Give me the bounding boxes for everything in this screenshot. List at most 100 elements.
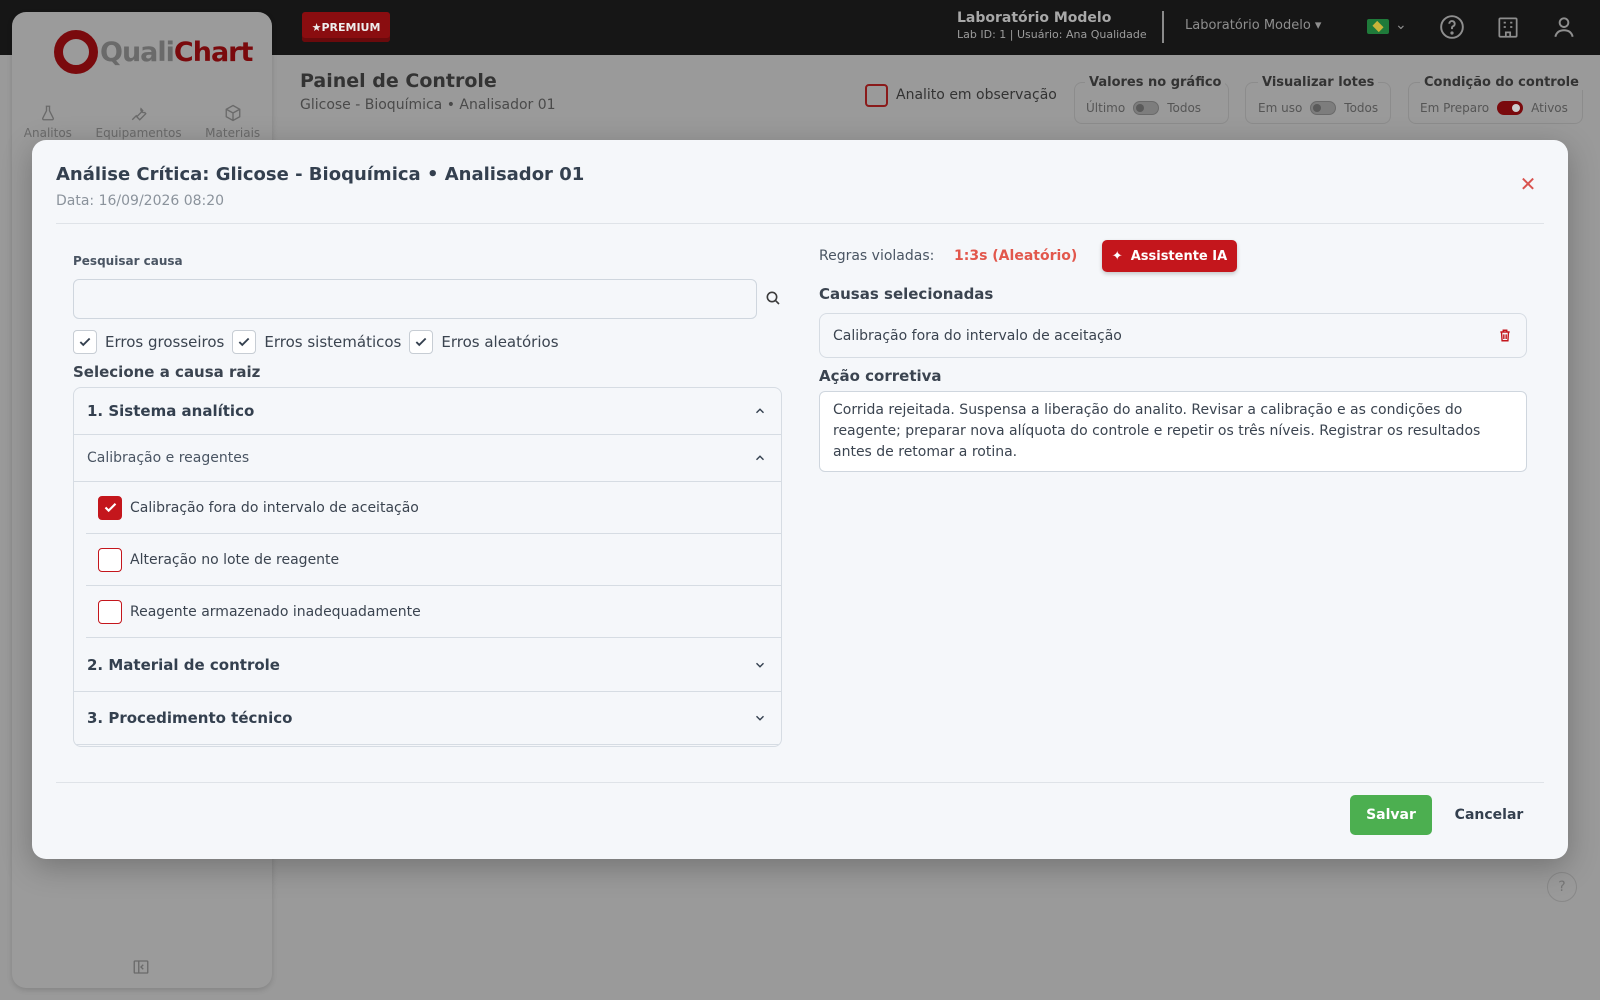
observation-label: Analito em observação: [896, 87, 1057, 103]
observation-checkbox[interactable]: [865, 84, 888, 107]
logo-text: QualiChart: [100, 36, 253, 68]
logo-q-mark: [54, 30, 98, 74]
selected-cause-text: Calibração fora do intervalo de aceitaçã…: [833, 327, 1122, 344]
toggle-left-label: Último: [1086, 101, 1126, 115]
lab-name: Laboratório Modelo: [957, 10, 1112, 26]
sidebar-nav: Analitos Equipamentos Materiais: [12, 104, 272, 140]
cause-item[interactable]: Reagente armazenado inadequadamente: [86, 586, 781, 638]
toggle-switch[interactable]: [1310, 101, 1337, 115]
chevron-up-icon: [756, 455, 764, 461]
filter-checkbox-grosseiros[interactable]: [73, 330, 97, 354]
page-subtitle: Glicose - Bioquímica • Analisador 01: [300, 97, 556, 113]
filter-checkbox-aleatorios[interactable]: [409, 330, 434, 354]
corrective-action-textarea[interactable]: Corrida rejeitada. Suspensa a liberação …: [819, 391, 1527, 472]
sidebar-item-analitos[interactable]: Analitos: [24, 104, 72, 140]
check-icon: [416, 337, 427, 347]
save-button[interactable]: Salvar: [1350, 795, 1432, 835]
toggle-values[interactable]: Último Todos: [1086, 101, 1201, 115]
ai-assistant-button[interactable]: ✦ Assistente IA: [1102, 240, 1237, 272]
section-material-controle[interactable]: 2. Material de controle: [74, 638, 781, 692]
root-cause-label: Selecione a causa raiz: [73, 363, 261, 381]
cancel-button[interactable]: Cancelar: [1450, 795, 1528, 835]
cause-label: Alteração no lote de reagente: [130, 551, 340, 568]
qualichart-logo[interactable]: QualiChart: [54, 30, 253, 74]
toggle-right-label: Todos: [1167, 101, 1202, 115]
cause-label: Reagente armazenado inadequadamente: [130, 603, 421, 620]
section-title: 2. Material de controle: [87, 655, 280, 674]
filter-checkbox-sistematicos[interactable]: [232, 330, 257, 354]
critical-analysis-modal: Análise Crítica: Glicose - Bioquímica • …: [32, 140, 1568, 859]
wrench-icon: [131, 107, 147, 121]
toggle-switch[interactable]: [1497, 101, 1524, 115]
toggle-left-label: Em Preparo: [1420, 101, 1490, 115]
brazil-flag-icon[interactable]: [1367, 19, 1389, 34]
violated-rule-value: 1:3s (Aleatório): [954, 248, 1078, 264]
search-label: Pesquisar causa: [73, 254, 183, 268]
search-icon[interactable]: [765, 290, 781, 306]
divider: [56, 782, 1544, 783]
lab-user-info: Lab ID: 1 | Usuário: Ana Qualidade: [957, 28, 1147, 41]
toggle-right-label: Todos: [1344, 101, 1379, 115]
chevron-up-icon: [756, 408, 764, 414]
toggle-title: Condição do controle: [1420, 75, 1583, 90]
premium-label: PREMIUM: [321, 20, 381, 34]
corrective-action-label: Ação corretiva: [819, 367, 942, 385]
user-icon[interactable]: [1551, 14, 1577, 40]
ai-assistant-label: Assistente IA: [1130, 248, 1228, 264]
toggle-switch[interactable]: [1133, 101, 1160, 115]
check-icon: [104, 502, 116, 513]
filter-label: Erros grosseiros: [105, 333, 225, 351]
subsection-calibracao[interactable]: Calibração e reagentes: [74, 435, 781, 482]
error-type-filters: Erros grosseiros Erros sistemáticos Erro…: [73, 330, 567, 354]
sidebar-item-label: Analitos: [23, 126, 72, 140]
section-sistema-analitico[interactable]: 1. Sistema analítico: [74, 388, 781, 435]
sidebar-item-materiais[interactable]: Materiais: [205, 104, 260, 140]
box-icon: [225, 104, 241, 122]
section-title: 1. Sistema analítico: [87, 402, 255, 420]
toggle-left-label: Em uso: [1258, 101, 1303, 115]
selected-cause-item: Calibração fora do intervalo de aceitaçã…: [819, 313, 1527, 358]
divider: [56, 223, 1544, 224]
floating-help-icon[interactable]: ?: [1547, 872, 1577, 902]
selected-causes-label: Causas selecionadas: [819, 285, 994, 303]
toggle-title: Visualizar lotes: [1258, 75, 1379, 90]
chevron-down-icon: [756, 715, 764, 721]
search-input[interactable]: [73, 279, 757, 319]
lab-selector[interactable]: Laboratório Modelo ▾: [1185, 18, 1321, 33]
section-title: 3. Procedimento técnico: [87, 709, 293, 727]
cause-checkbox[interactable]: [98, 495, 122, 520]
sidebar-item-equipamentos[interactable]: Equipamentos: [96, 104, 182, 140]
sidebar-item-label: Equipamentos: [95, 126, 182, 140]
filter-label: Erros aleatórios: [441, 333, 559, 351]
subsection-title: Calibração e reagentes: [87, 450, 250, 466]
page-title: Painel de Controle: [300, 70, 497, 92]
section-procedimento-tecnico[interactable]: 3. Procedimento técnico: [74, 692, 781, 745]
cause-item[interactable]: Calibração fora do intervalo de aceitaçã…: [86, 482, 781, 534]
flask-icon: [41, 105, 54, 121]
filter-label: Erros sistemáticos: [264, 333, 402, 351]
lab-info: Laboratório Modelo Lab ID: 1 | Usuário: …: [957, 10, 1147, 41]
modal-title: Análise Crítica: Glicose - Bioquímica • …: [56, 164, 585, 185]
check-icon: [239, 337, 250, 347]
toggle-condition[interactable]: Em Preparo Ativos: [1420, 101, 1568, 115]
toggle-title: Valores no gráfico: [1085, 75, 1226, 90]
header-divider: [1162, 11, 1164, 43]
modal-date: Data: 16/09/2026 08:20: [56, 193, 225, 209]
trash-icon[interactable]: [1498, 328, 1512, 343]
toggle-lots[interactable]: Em uso Todos: [1258, 101, 1378, 115]
help-icon[interactable]: [1439, 14, 1465, 40]
sidebar-item-label: Materiais: [205, 126, 261, 140]
cause-checkbox[interactable]: [98, 599, 122, 624]
language-chevron-icon[interactable]: ⌄: [1395, 17, 1407, 33]
chevron-down-icon: [756, 662, 764, 668]
cause-label: Calibração fora do intervalo de aceitaçã…: [130, 499, 419, 516]
building-icon[interactable]: [1495, 14, 1521, 40]
toggle-right-label: Ativos: [1531, 101, 1568, 115]
premium-badge[interactable]: ★ PREMIUM: [302, 12, 390, 42]
cause-item[interactable]: Alteração no lote de reagente: [86, 534, 781, 586]
cause-checkbox[interactable]: [98, 547, 122, 572]
close-icon[interactable]: ✕: [1516, 172, 1540, 196]
root-cause-tree: 1. Sistema analítico Calibração e reagen…: [73, 387, 782, 747]
sparkle-icon: ✦: [1111, 248, 1123, 264]
sidebar-collapse-icon[interactable]: [132, 958, 150, 976]
